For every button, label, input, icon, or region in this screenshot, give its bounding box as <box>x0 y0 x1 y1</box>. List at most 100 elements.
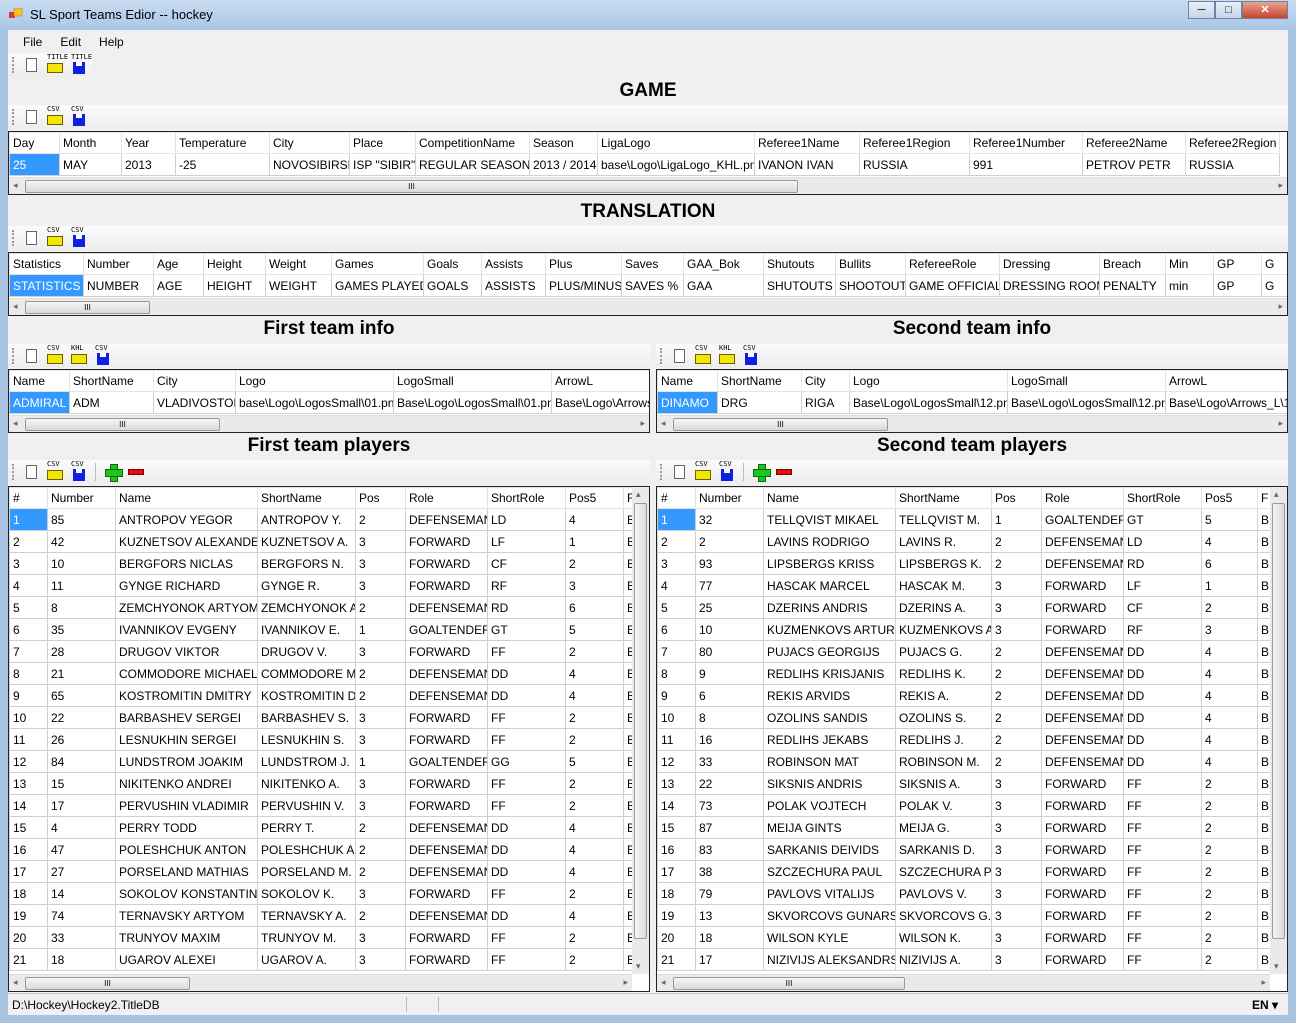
table-cell[interactable]: FF <box>1123 904 1202 927</box>
column-header[interactable]: Number <box>695 487 764 509</box>
table-cell[interactable]: FF <box>1123 860 1202 883</box>
scroll-right-arrow[interactable]: ▸ <box>1278 180 1283 191</box>
column-header[interactable]: ShortName <box>257 487 356 509</box>
table-cell[interactable]: 2 <box>1201 794 1258 817</box>
table-cell[interactable]: 2 <box>565 926 624 949</box>
table-cell[interactable]: BARBASHEV SERGEI <box>115 706 258 729</box>
table-cell[interactable]: DEFENSEMAN <box>1041 552 1124 575</box>
table-cell[interactable]: LD <box>487 508 566 531</box>
table-cell[interactable]: 2 <box>1201 948 1258 971</box>
table-cell[interactable]: ANTROPOV YEGOR <box>115 508 258 531</box>
table-cell[interactable]: LAVINS R. <box>895 530 992 553</box>
table-cell[interactable]: SZCZECHURA PAUL <box>763 860 896 883</box>
table-cell[interactable]: PETROV PETR <box>1082 153 1186 176</box>
table-cell[interactable]: 4 <box>565 860 624 883</box>
table-cell[interactable]: SKVORCOVS G. <box>895 904 992 927</box>
table-cell[interactable]: 2 <box>355 838 406 861</box>
table-row[interactable]: 14 17 PERVUSHIN VLADIMIR PERVUSHIN V. 3 FORWA… <box>9 794 649 817</box>
table-cell[interactable]: 20 <box>9 926 48 949</box>
table-cell[interactable]: POLAK VOJTECH <box>763 794 896 817</box>
scroll-right-arrow[interactable]: ▸ <box>640 418 645 429</box>
column-header[interactable]: Assists <box>481 253 546 275</box>
table-cell[interactable]: KOSTROMITIN D. <box>257 684 356 707</box>
table-cell[interactable]: 4 <box>657 574 696 597</box>
table-row[interactable]: 11 16 REDLIHS JEKABS REDLIHS J. 2 DEFENSEMAN D… <box>657 728 1287 751</box>
table-cell[interactable]: NIKITENKO ANDREI <box>115 772 258 795</box>
table-cell[interactable]: FORWARD <box>405 574 488 597</box>
scroll-left-arrow[interactable]: ◂ <box>13 180 18 191</box>
table-cell[interactable]: DEFENSEMAN <box>1041 530 1124 553</box>
column-header[interactable]: Referee1Number <box>969 132 1083 154</box>
table-cell[interactable]: 3 <box>991 772 1042 795</box>
table-cell[interactable]: 3 <box>657 552 696 575</box>
table-cell[interactable]: REDLIHS KRISJANIS <box>763 662 896 685</box>
table-cell[interactable]: FORWARD <box>405 728 488 751</box>
scroll-up-arrow[interactable]: ▴ <box>636 489 641 500</box>
table-cell[interactable]: LF <box>487 530 566 553</box>
table-cell[interactable]: LIPSBERGS K. <box>895 552 992 575</box>
column-header[interactable]: City <box>801 370 850 392</box>
column-header[interactable]: City <box>153 370 236 392</box>
table-cell[interactable]: FORWARD <box>1041 794 1124 817</box>
table-cell[interactable]: REDLIHS J. <box>895 728 992 751</box>
column-header[interactable]: Role <box>405 487 488 509</box>
table-row[interactable]: 3 93 LIPSBERGS KRISS LIPSBERGS K. 2 DEFENSEMA… <box>657 552 1287 575</box>
table-cell[interactable]: 5 <box>9 596 48 619</box>
save-disk-icon[interactable]: TITLE <box>69 54 92 75</box>
scroll-thumb[interactable]: III <box>25 180 798 193</box>
table-cell[interactable]: FORWARD <box>405 706 488 729</box>
table-cell[interactable]: ROBINSON M. <box>895 750 992 773</box>
table-cell[interactable]: 79 <box>695 882 764 905</box>
column-header[interactable]: Referee2Name <box>1082 132 1186 154</box>
table-cell[interactable]: DEFENSEMAN <box>1041 662 1124 685</box>
column-header[interactable]: City <box>269 132 350 154</box>
table-row[interactable]: 2 2 LAVINS RODRIGO LAVINS R. 2 DEFENSEMAN LD 4 B <box>657 530 1287 553</box>
column-header[interactable]: Age <box>153 253 204 275</box>
horizontal-scrollbar[interactable]: ◂ ▸ III <box>9 177 1287 194</box>
table-cell[interactable]: CF <box>1123 596 1202 619</box>
table-cell[interactable]: 10 <box>657 706 696 729</box>
column-header[interactable]: Name <box>115 487 258 509</box>
column-header[interactable]: Referee1Name <box>754 132 860 154</box>
table-cell[interactable]: 8 <box>9 662 48 685</box>
table-cell[interactable]: 33 <box>695 750 764 773</box>
table-cell[interactable]: 12 <box>9 750 48 773</box>
table-cell[interactable]: FF <box>487 794 566 817</box>
table-cell[interactable]: 3 <box>991 882 1042 905</box>
table-cell[interactable]: FF <box>487 772 566 795</box>
table-cell[interactable]: 2 <box>565 706 624 729</box>
table-cell[interactable]: FORWARD <box>1041 904 1124 927</box>
table-cell[interactable]: 991 <box>969 153 1083 176</box>
column-header[interactable]: Temperature <box>175 132 270 154</box>
table-cell[interactable]: 1 <box>355 618 406 641</box>
table-row[interactable]: 16 83 SARKANIS DEIVIDS SARKANIS D. 3 FORWARD F… <box>657 838 1287 861</box>
table-cell[interactable]: PAVLOVS V. <box>895 882 992 905</box>
table-cell[interactable]: 27 <box>47 860 116 883</box>
table-cell[interactable]: 3 <box>991 904 1042 927</box>
table-cell[interactable]: 4 <box>565 838 624 861</box>
table-cell[interactable]: PAVLOVS VITALIJS <box>763 882 896 905</box>
table-cell[interactable]: PERVUSHIN VLADIMIR <box>115 794 258 817</box>
table-cell[interactable]: 21 <box>47 662 116 685</box>
table-row[interactable]: 12 84 LUNDSTROM JOAKIM LUNDSTROM J. 1 GOALTEN… <box>9 750 649 773</box>
table-cell[interactable]: 12 <box>657 750 696 773</box>
table-cell[interactable]: FORWARD <box>1041 574 1124 597</box>
table-cell[interactable]: 25 <box>9 153 60 176</box>
table-cell[interactable]: 3 <box>991 618 1042 641</box>
table-cell[interactable]: 3 <box>355 530 406 553</box>
table-cell[interactable]: TELLQVIST M. <box>895 508 992 531</box>
table-cell[interactable]: 35 <box>47 618 116 641</box>
table-cell[interactable]: LF <box>1123 574 1202 597</box>
table-cell[interactable]: LESNUKHIN SERGEI <box>115 728 258 751</box>
table-cell[interactable]: 3 <box>991 574 1042 597</box>
table-cell[interactable]: 21 <box>657 948 696 971</box>
table-cell[interactable]: 5 <box>1201 508 1258 531</box>
new-file-icon[interactable] <box>21 107 41 127</box>
table-cell[interactable]: 3 <box>355 794 406 817</box>
table-row[interactable]: 21 18 UGAROV ALEXEI UGAROV A. 3 FORWARD FF 2 B <box>9 948 649 971</box>
table-cell[interactable]: WILSON K. <box>895 926 992 949</box>
column-header[interactable]: Goals <box>423 253 482 275</box>
table-cell[interactable]: NIKITENKO A. <box>257 772 356 795</box>
table-cell[interactable]: FF <box>1123 926 1202 949</box>
table-cell[interactable]: LIPSBERGS KRISS <box>763 552 896 575</box>
